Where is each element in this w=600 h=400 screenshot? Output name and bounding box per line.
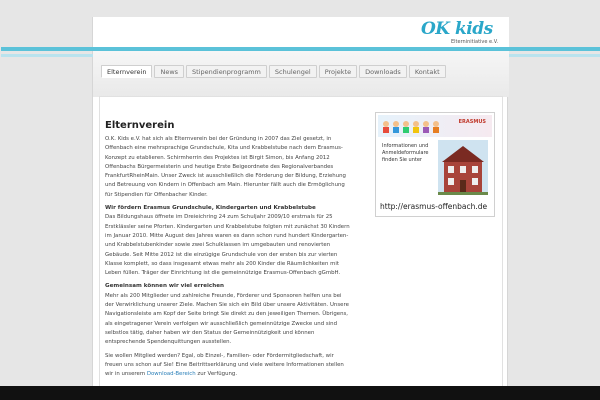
logo-subtitle: Elterninitiative e.V. (451, 39, 499, 45)
download-link[interactable]: Download-Bereich (147, 371, 196, 377)
site-logo[interactable]: OK kids Elterninitiative e.V. (421, 19, 501, 47)
nav-item-kontakt[interactable]: Kontakt (408, 65, 446, 78)
nav-item-schulengel[interactable]: Schulengel (268, 65, 317, 78)
children-illustration (383, 121, 439, 133)
site-header: OK kids Elterninitiative e.V. (93, 17, 509, 47)
section-heading-together: Gemeinsam können wir viel erreichen (105, 283, 224, 290)
content-card: Elternverein O.K. Kids e.V. hat sich als… (99, 96, 503, 400)
nav-item-projekte[interactable]: Projekte (318, 65, 358, 78)
logo-name: OK kids (421, 19, 493, 39)
intro-paragraph: O.K. Kids e.V. hat sich als Elternverein… (105, 136, 346, 198)
nav-item-stipendienprogramm[interactable]: Stipendienprogramm (186, 65, 267, 78)
page-title: Elternverein (105, 120, 175, 131)
main-navigation: Elternverein News Stipendienprogramm Sch… (101, 65, 446, 79)
erasmus-info-text: Informationen und Anmeldeformulare finde… (382, 143, 429, 163)
section-heading-support: Wir fördern Erasmus Grundschule, Kinderg… (105, 205, 316, 212)
paragraph-members: Mehr als 200 Mitglieder und zahlreiche F… (105, 292, 349, 346)
membership-text-end: zur Verfügung. (195, 371, 238, 378)
erasmus-logo: ERASMUS (458, 119, 486, 125)
page-wrapper: OK kids Elterninitiative e.V. Elternvere… (1, 17, 600, 400)
page-footer-bar (0, 386, 600, 400)
paragraph-membership: Sie wollen Mitglied werden? Egal, ob Ein… (105, 352, 350, 380)
nav-item-downloads[interactable]: Downloads (359, 65, 407, 78)
school-building-image (438, 140, 488, 195)
nav-item-news[interactable]: News (154, 65, 185, 78)
erasmus-url: http://erasmus-offenbach.de (380, 202, 488, 211)
erasmus-sidebar-banner[interactable]: ERASMUS Informationen und Anmeldeformula… (375, 112, 495, 217)
main-content: Elternverein O.K. Kids e.V. hat sich als… (105, 119, 350, 383)
erasmus-banner-header: ERASMUS (378, 115, 492, 137)
nav-item-elternverein[interactable]: Elternverein (101, 65, 153, 78)
paragraph-school: Das Bildungshaus öffnete im Dreieichring… (105, 214, 350, 277)
